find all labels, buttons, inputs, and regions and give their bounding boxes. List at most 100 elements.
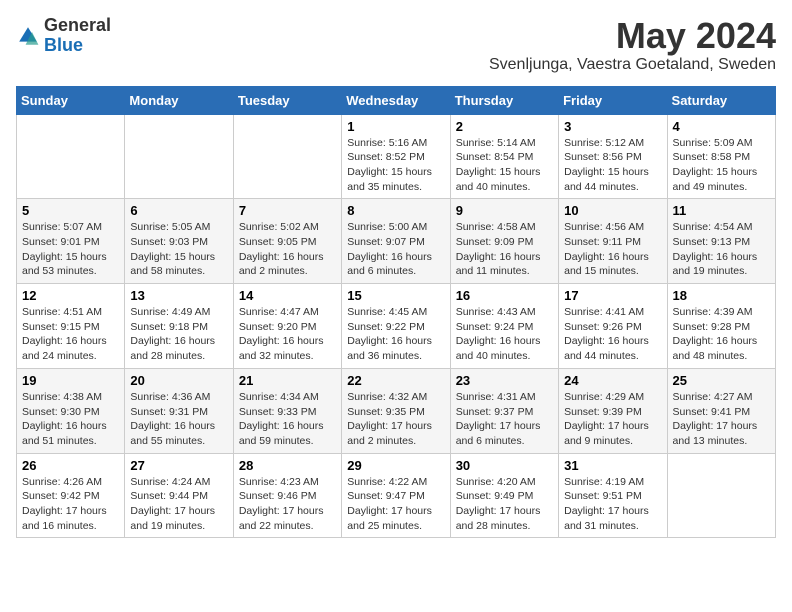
calendar-cell: 19Sunrise: 4:38 AMSunset: 9:30 PMDayligh…: [17, 368, 125, 453]
header-day-sunday: Sunday: [17, 86, 125, 114]
day-number: 16: [456, 288, 553, 303]
calendar-cell: [125, 114, 233, 199]
header-day-tuesday: Tuesday: [233, 86, 341, 114]
day-number: 18: [673, 288, 770, 303]
calendar-cell: 29 Sunrise: 4:22 AMSunset: 9:47 PMDayligh…: [342, 453, 450, 538]
calendar-cell: 21Sunrise: 4:34 AMSunset: 9:33 PMDayligh…: [233, 368, 341, 453]
day-number: 20: [130, 373, 227, 388]
day-number: 24: [564, 373, 661, 388]
location-title: Svenljunga, Vaestra Goetaland, Sweden: [489, 56, 776, 74]
day-number: 31: [564, 458, 661, 473]
calendar-cell: 27 Sunrise: 4:24 AMSunset: 9:44 PMDayligh…: [125, 453, 233, 538]
header-day-saturday: Saturday: [667, 86, 775, 114]
day-info: Sunrise: 4:24 AMSunset: 9:44 PMDaylight:…: [130, 475, 227, 534]
day-info: Sunrise: 4:19 AMSunset: 9:51 PMDaylight:…: [564, 475, 661, 534]
calendar-cell: 13Sunrise: 4:49 AMSunset: 9:18 PMDayligh…: [125, 284, 233, 369]
day-number: 4: [673, 119, 770, 134]
calendar-cell: 25Sunrise: 4:27 AMSunset: 9:41 PMDayligh…: [667, 368, 775, 453]
header-row: SundayMondayTuesdayWednesdayThursdayFrid…: [17, 86, 776, 114]
day-info: Sunrise: 4:26 AMSunset: 9:42 PMDaylight:…: [22, 475, 119, 534]
calendar-cell: 1Sunrise: 5:16 AMSunset: 8:52 PMDaylight…: [342, 114, 450, 199]
day-info: Sunrise: 4:58 AMSunset: 9:09 PMDaylight:…: [456, 220, 553, 279]
day-info: Sunrise: 4:47 AMSunset: 9:20 PMDaylight:…: [239, 305, 336, 364]
day-number: 23: [456, 373, 553, 388]
calendar-cell: [17, 114, 125, 199]
calendar-cell: 28 Sunrise: 4:23 AMSunset: 9:46 PMDayligh…: [233, 453, 341, 538]
calendar-cell: 5Sunrise: 5:07 AMSunset: 9:01 PMDaylight…: [17, 199, 125, 284]
calendar-cell: 20 Sunrise: 4:36 AMSunset: 9:31 PMDayligh…: [125, 368, 233, 453]
calendar-cell: 9 Sunrise: 4:58 AMSunset: 9:09 PMDaylight…: [450, 199, 558, 284]
day-info: Sunrise: 4:54 AMSunset: 9:13 PMDaylight:…: [673, 220, 770, 279]
calendar-cell: 2 Sunrise: 5:14 AMSunset: 8:54 PMDaylight…: [450, 114, 558, 199]
calendar-cell: 14 Sunrise: 4:47 AMSunset: 9:20 PMDayligh…: [233, 284, 341, 369]
day-number: 13: [130, 288, 227, 303]
day-info: Sunrise: 5:16 AMSunset: 8:52 PMDaylight:…: [347, 136, 444, 195]
day-number: 26: [22, 458, 119, 473]
day-number: 3: [564, 119, 661, 134]
calendar-cell: 15Sunrise: 4:45 AMSunset: 9:22 PMDayligh…: [342, 284, 450, 369]
day-number: 12: [22, 288, 119, 303]
week-row-4: 26 Sunrise: 4:26 AMSunset: 9:42 PMDayligh…: [17, 453, 776, 538]
week-row-1: 5Sunrise: 5:07 AMSunset: 9:01 PMDaylight…: [17, 199, 776, 284]
calendar-cell: 31 Sunrise: 4:19 AMSunset: 9:51 PMDayligh…: [559, 453, 667, 538]
day-info: Sunrise: 4:51 AMSunset: 9:15 PMDaylight:…: [22, 305, 119, 364]
day-number: 27: [130, 458, 227, 473]
day-info: Sunrise: 4:39 AMSunset: 9:28 PMDaylight:…: [673, 305, 770, 364]
week-row-0: 1Sunrise: 5:16 AMSunset: 8:52 PMDaylight…: [17, 114, 776, 199]
day-info: Sunrise: 5:07 AMSunset: 9:01 PMDaylight:…: [22, 220, 119, 279]
calendar-cell: 6Sunrise: 5:05 AMSunset: 9:03 PMDaylight…: [125, 199, 233, 284]
day-number: 14: [239, 288, 336, 303]
day-info: Sunrise: 4:20 AMSunset: 9:49 PMDaylight:…: [456, 475, 553, 534]
day-number: 22: [347, 373, 444, 388]
day-number: 28: [239, 458, 336, 473]
logo: General Blue: [16, 16, 111, 56]
calendar-cell: 10Sunrise: 4:56 AMSunset: 9:11 PMDayligh…: [559, 199, 667, 284]
day-number: 21: [239, 373, 336, 388]
day-info: Sunrise: 4:45 AMSunset: 9:22 PMDaylight:…: [347, 305, 444, 364]
day-info: Sunrise: 4:41 AMSunset: 9:26 PMDaylight:…: [564, 305, 661, 364]
logo-text: General Blue: [44, 16, 111, 56]
day-info: Sunrise: 4:31 AMSunset: 9:37 PMDaylight:…: [456, 390, 553, 449]
day-info: Sunrise: 5:05 AMSunset: 9:03 PMDaylight:…: [130, 220, 227, 279]
day-info: Sunrise: 5:02 AMSunset: 9:05 PMDaylight:…: [239, 220, 336, 279]
month-title: May 2024: [489, 16, 776, 56]
day-info: Sunrise: 5:14 AMSunset: 8:54 PMDaylight:…: [456, 136, 553, 195]
day-number: 29: [347, 458, 444, 473]
day-number: 11: [673, 203, 770, 218]
calendar-cell: 30Sunrise: 4:20 AMSunset: 9:49 PMDayligh…: [450, 453, 558, 538]
calendar-cell: 18 Sunrise: 4:39 AMSunset: 9:28 PMDayligh…: [667, 284, 775, 369]
day-info: Sunrise: 5:00 AMSunset: 9:07 PMDaylight:…: [347, 220, 444, 279]
calendar-table: SundayMondayTuesdayWednesdayThursdayFrid…: [16, 86, 776, 539]
day-number: 19: [22, 373, 119, 388]
day-number: 17: [564, 288, 661, 303]
day-number: 9: [456, 203, 553, 218]
day-info: Sunrise: 4:27 AMSunset: 9:41 PMDaylight:…: [673, 390, 770, 449]
day-info: Sunrise: 4:29 AMSunset: 9:39 PMDaylight:…: [564, 390, 661, 449]
title-area: May 2024 Svenljunga, Vaestra Goetaland, …: [489, 16, 776, 74]
calendar-cell: 4Sunrise: 5:09 AMSunset: 8:58 PMDaylight…: [667, 114, 775, 199]
logo-icon: [16, 24, 40, 48]
calendar-cell: 24 Sunrise: 4:29 AMSunset: 9:39 PMDayligh…: [559, 368, 667, 453]
day-number: 7: [239, 203, 336, 218]
calendar-cell: 3 Sunrise: 5:12 AMSunset: 8:56 PMDaylight…: [559, 114, 667, 199]
header-day-friday: Friday: [559, 86, 667, 114]
calendar-cell: 16Sunrise: 4:43 AMSunset: 9:24 PMDayligh…: [450, 284, 558, 369]
calendar-cell: 17 Sunrise: 4:41 AMSunset: 9:26 PMDayligh…: [559, 284, 667, 369]
day-info: Sunrise: 4:22 AMSunset: 9:47 PMDaylight:…: [347, 475, 444, 534]
day-number: 8: [347, 203, 444, 218]
calendar-cell: 8 Sunrise: 5:00 AMSunset: 9:07 PMDaylight…: [342, 199, 450, 284]
day-info: Sunrise: 4:23 AMSunset: 9:46 PMDaylight:…: [239, 475, 336, 534]
calendar-cell: 11 Sunrise: 4:54 AMSunset: 9:13 PMDayligh…: [667, 199, 775, 284]
week-row-2: 12 Sunrise: 4:51 AMSunset: 9:15 PMDayligh…: [17, 284, 776, 369]
header: General Blue May 2024 Svenljunga, Vaestr…: [16, 16, 776, 74]
calendar-cell: [233, 114, 341, 199]
day-info: Sunrise: 4:56 AMSunset: 9:11 PMDaylight:…: [564, 220, 661, 279]
calendar-cell: 26 Sunrise: 4:26 AMSunset: 9:42 PMDayligh…: [17, 453, 125, 538]
day-info: Sunrise: 5:12 AMSunset: 8:56 PMDaylight:…: [564, 136, 661, 195]
calendar-cell: 23 Sunrise: 4:31 AMSunset: 9:37 PMDayligh…: [450, 368, 558, 453]
header-day-wednesday: Wednesday: [342, 86, 450, 114]
day-number: 2: [456, 119, 553, 134]
logo-blue: Blue: [44, 35, 83, 55]
day-info: Sunrise: 4:36 AMSunset: 9:31 PMDaylight:…: [130, 390, 227, 449]
header-day-thursday: Thursday: [450, 86, 558, 114]
